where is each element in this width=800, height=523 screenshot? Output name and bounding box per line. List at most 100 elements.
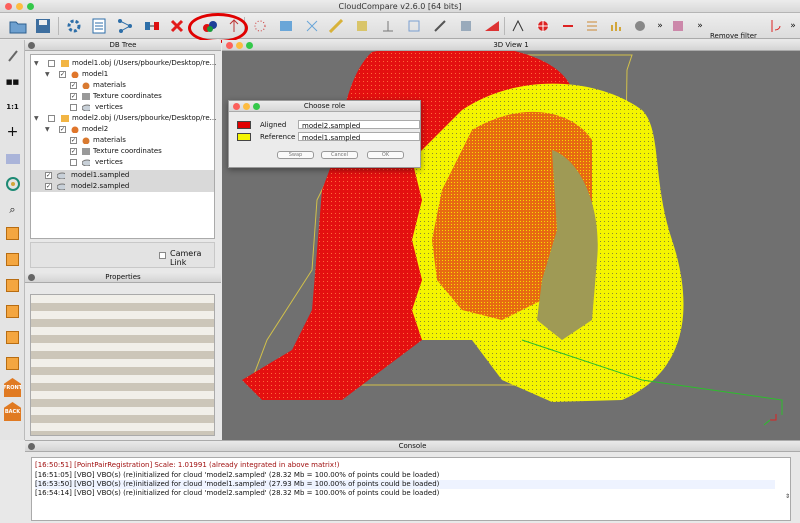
collapse-arrow-icon[interactable]: ▼ [34,58,39,69]
normals-icon[interactable] [378,16,398,36]
db-tree-header: DB Tree [25,40,221,51]
tree-node-vertices-2[interactable]: vertices [31,157,214,168]
zoom-icon[interactable]: ⌕ [3,200,22,219]
tree-checkbox[interactable] [70,159,77,166]
tree-node-vertices[interactable]: vertices [31,102,214,113]
panel-close-icon[interactable] [28,443,35,450]
cube-left-icon[interactable] [3,276,22,295]
tree-checkbox[interactable]: ✓ [70,137,77,144]
collapse-arrow-icon[interactable]: ▼ [45,69,50,80]
folder-icon [61,115,69,122]
tree-checkbox[interactable] [70,104,77,111]
color-scale-icon[interactable] [456,16,476,36]
remove-filter-button[interactable]: Remove filter [710,32,757,40]
plus-icon[interactable]: + [3,122,22,141]
point-pair-registration-icon[interactable] [200,16,220,36]
compute-icon[interactable] [352,16,372,36]
translate-rotate-icon[interactable] [533,16,553,36]
record-icon[interactable] [630,16,650,36]
label-icon[interactable] [582,16,602,36]
properties-table[interactable] [30,294,215,436]
db-tree[interactable]: ▼ model1.obj (/Users/pbourke/Desktop/re.… [30,54,216,239]
cube-iso-icon[interactable] [3,354,22,373]
picking-icon[interactable] [508,16,528,36]
merge-icon[interactable] [142,16,162,36]
tree-node-texture-coordinates[interactable]: ✓ Texture coordinates [31,91,214,102]
gear-icon[interactable] [64,16,84,36]
scale-icon[interactable] [558,16,578,36]
left-toolbar: ■■ 1:1 + ⌕ FRONT BACK [0,40,25,440]
close-window-button[interactable] [5,3,12,10]
back-view-icon[interactable]: BACK [3,402,22,421]
tree-checkbox[interactable]: ✓ [70,82,77,89]
panel-close-icon[interactable] [28,42,35,49]
collapse-arrow-icon[interactable]: ▼ [34,113,39,124]
tree-node-model1-obj[interactable]: ▼ model1.obj (/Users/pbourke/Desktop/re.… [31,58,216,69]
scalar-field-icon[interactable] [668,16,688,36]
graph-nodes-icon[interactable] [115,16,135,36]
tree-checkbox[interactable] [48,60,55,67]
tree-node-model1[interactable]: ▼ ✓ model1 [31,69,214,80]
tree-node-texture-coordinates-2[interactable]: ✓ Texture coordinates [31,146,214,157]
list-icon[interactable] [89,16,109,36]
cancel-button[interactable]: Cancel [321,151,358,159]
aligned-field[interactable]: model2.sampled [298,120,420,130]
tree-checkbox[interactable]: ✓ [70,148,77,155]
ratio-icon[interactable]: 1:1 [3,97,22,116]
open-file-icon[interactable] [8,16,28,36]
ok-button[interactable]: OK [367,151,404,159]
tree-node-materials-2[interactable]: ✓ materials [31,135,214,146]
minimize-window-button[interactable] [16,3,23,10]
bars-icon[interactable] [606,16,626,36]
console-log[interactable]: [16:50:51] [PointPairRegistration] Scale… [31,457,791,521]
tree-node-model2-obj[interactable]: ▼ model2.obj (/Users/pbourke/Desktop/re.… [31,113,216,124]
close-view-button[interactable] [226,42,233,49]
minimize-view-button[interactable] [236,42,243,49]
triangle-icon[interactable] [482,16,502,36]
tree-node-model2-sampled[interactable]: ✓ model2.sampled [31,181,214,192]
tree-node-model2[interactable]: ▼ ✓ model2 [31,124,214,135]
tree-checkbox[interactable]: ✓ [59,126,66,133]
segment-icon[interactable] [430,16,450,36]
mesh-icon[interactable] [276,16,296,36]
tree-node-model1-sampled[interactable]: ✓ model1.sampled [31,170,214,181]
more-toolbar-icon[interactable]: » [650,16,670,36]
cube-view-icon[interactable] [3,224,22,243]
cube-bottom-icon[interactable] [3,328,22,347]
panel-close-icon[interactable] [28,274,35,281]
fullscreen-icon[interactable]: ■■ [3,72,22,91]
collapse-arrow-icon[interactable]: ▼ [45,124,50,135]
distance-icon[interactable] [326,16,346,36]
tree-checkbox[interactable] [48,115,55,122]
save-file-icon[interactable] [33,16,53,36]
delete-icon[interactable] [167,16,187,36]
dialog-minimize-button[interactable] [243,103,250,110]
arrows-icon[interactable] [224,16,244,36]
tree-node-materials[interactable]: ✓ materials [31,80,214,91]
console-scroll-arrows-icon[interactable]: ⇕ [785,493,791,503]
camera-link-checkbox[interactable] [159,252,166,259]
dialog-close-button[interactable] [233,103,240,110]
dialog-zoom-button[interactable] [253,103,260,110]
swap-button[interactable]: Swap [277,151,314,159]
tree-checkbox[interactable]: ✓ [45,183,52,190]
cube-right-icon[interactable] [3,302,22,321]
rotation-center-icon[interactable] [3,174,22,193]
front-view-icon[interactable]: FRONT [3,378,22,397]
zoom-view-button[interactable] [246,42,253,49]
tree-checkbox[interactable]: ✓ [70,93,77,100]
more-toolbar-icon-3[interactable]: » [783,16,800,36]
cloud-icon [57,172,65,179]
filter-icon[interactable] [302,16,322,36]
octree-icon[interactable] [404,16,424,36]
reference-field[interactable]: model1.sampled [298,132,420,142]
sample-points-icon[interactable] [250,16,270,36]
pencil-icon[interactable] [3,46,22,65]
folder-icon [61,60,69,67]
cube-top-icon[interactable] [3,250,22,269]
viewport-icon[interactable] [3,148,22,167]
more-toolbar-icon-2[interactable]: » [690,16,710,36]
tree-checkbox[interactable]: ✓ [45,172,52,179]
tree-checkbox[interactable]: ✓ [59,71,66,78]
zoom-window-button[interactable] [27,3,34,10]
